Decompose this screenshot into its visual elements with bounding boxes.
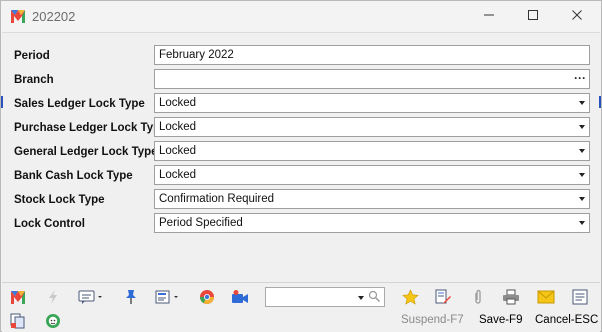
form-row-branch: Branch ··· xyxy=(2,69,600,93)
field-label: Bank Cash Lock Type xyxy=(14,170,133,182)
chevron-down-icon[interactable] xyxy=(579,197,585,201)
app-menu-icon[interactable] xyxy=(9,288,27,306)
purchase-ledger-lock-select[interactable]: Locked xyxy=(154,117,590,137)
bottom-toolbar: Suspend-F7 Save-F9 Cancel-ESC xyxy=(2,282,600,332)
save-button[interactable]: Save-F9 xyxy=(479,314,522,326)
cancel-button[interactable]: Cancel-ESC xyxy=(535,314,598,326)
list-edit-icon[interactable] xyxy=(155,288,181,306)
lock-control-select[interactable]: Period Specified xyxy=(154,213,590,233)
field-label: Stock Lock Type xyxy=(14,194,105,206)
close-icon xyxy=(571,9,583,24)
field-value: Locked xyxy=(159,145,197,157)
form-row-lock-control: Lock Control Period Specified xyxy=(2,213,600,237)
comment-icon[interactable] xyxy=(78,288,104,306)
field-label: Lock Control xyxy=(14,218,85,230)
envelope-icon[interactable] xyxy=(537,288,555,306)
form-row-purchase-ledger-lock: Purchase Ledger Lock Type Locked xyxy=(2,117,600,141)
lightning-icon[interactable] xyxy=(44,288,62,306)
chevron-down-icon[interactable] xyxy=(579,149,585,153)
maximize-button[interactable] xyxy=(510,1,556,32)
maximize-icon xyxy=(527,9,539,24)
document-edit-icon[interactable] xyxy=(434,288,452,306)
chevron-down-icon[interactable] xyxy=(579,101,585,105)
star-icon[interactable] xyxy=(401,288,419,306)
field-label: Period xyxy=(14,50,50,62)
period-lock-form: Period February 2022 Branch ··· Sales Le… xyxy=(2,32,600,281)
field-label: Sales Ledger Lock Type xyxy=(14,98,145,110)
field-value: Locked xyxy=(159,169,197,181)
general-ledger-lock-select[interactable]: Locked xyxy=(154,141,590,161)
title-bar: 202202 xyxy=(1,1,601,32)
field-value: February 2022 xyxy=(159,49,234,61)
stock-lock-select[interactable]: Confirmation Required xyxy=(154,189,590,209)
video-camera-icon[interactable] xyxy=(231,288,249,306)
chevron-down-icon[interactable] xyxy=(358,296,364,300)
field-label: General Ledger Lock Type xyxy=(14,146,158,158)
field-value: Period Specified xyxy=(159,217,243,229)
toolbar-search-input[interactable] xyxy=(265,287,385,307)
period-field[interactable]: February 2022 xyxy=(154,45,590,65)
field-label: Branch xyxy=(14,74,54,86)
form-row-stock-lock: Stock Lock Type Confirmation Required xyxy=(2,189,600,213)
field-value: Locked xyxy=(159,97,197,109)
suspend-button[interactable]: Suspend-F7 xyxy=(401,314,464,326)
field-value: Confirmation Required xyxy=(159,193,275,205)
document-list-icon[interactable] xyxy=(571,288,589,306)
window-edge-marker xyxy=(1,96,3,108)
window-edge-marker xyxy=(599,96,601,108)
ellipsis-icon[interactable]: ··· xyxy=(574,71,586,85)
branch-lookup-field[interactable]: ··· xyxy=(154,69,590,89)
minimize-icon xyxy=(483,9,495,24)
close-button[interactable] xyxy=(554,1,600,32)
chevron-down-icon[interactable] xyxy=(579,173,585,177)
copy-delete-icon[interactable] xyxy=(9,312,27,330)
search-icon[interactable] xyxy=(368,290,381,306)
form-row-period: Period February 2022 xyxy=(2,45,600,69)
field-label: Purchase Ledger Lock Type xyxy=(14,122,167,134)
pin-icon[interactable] xyxy=(122,288,140,306)
chrome-icon[interactable] xyxy=(198,288,216,306)
sales-ledger-lock-select[interactable]: Locked xyxy=(154,93,590,113)
paperclip-icon[interactable] xyxy=(469,288,487,306)
window-title: 202202 xyxy=(32,9,76,24)
form-row-general-ledger-lock: General Ledger Lock Type Locked xyxy=(2,141,600,165)
dialog-window: 202202 Period February 2022 Branch ··· S… xyxy=(0,0,602,332)
app-logo-icon xyxy=(10,9,26,24)
form-row-bank-cash-lock: Bank Cash Lock Type Locked xyxy=(2,165,600,189)
form-row-sales-ledger-lock: Sales Ledger Lock Type Locked xyxy=(2,93,600,117)
chevron-down-icon[interactable] xyxy=(579,221,585,225)
printer-icon[interactable] xyxy=(502,288,520,306)
bank-cash-lock-select[interactable]: Locked xyxy=(154,165,590,185)
chevron-down-icon[interactable] xyxy=(579,125,585,129)
support-agent-icon[interactable] xyxy=(44,312,62,330)
minimize-button[interactable] xyxy=(466,1,512,32)
field-value: Locked xyxy=(159,121,197,133)
